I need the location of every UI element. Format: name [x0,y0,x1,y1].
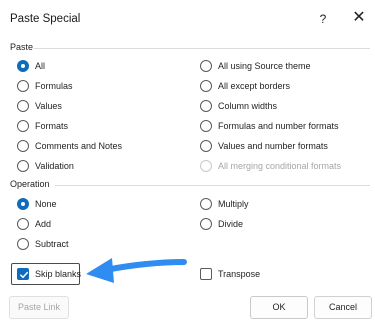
ok-button[interactable]: OK [250,296,308,319]
radio-paste-comments-and-notes[interactable]: Comments and Notes [17,138,122,154]
radio-label: Add [35,219,52,229]
checkbox[interactable] [200,268,212,280]
radio-button[interactable] [200,218,212,230]
radio-button[interactable] [17,160,29,172]
radio-button[interactable] [200,80,212,92]
radio-label: None [35,199,57,209]
radio-label: Column widths [218,101,278,111]
skip-blanks-checkbox[interactable]: Skip blanks [17,266,81,282]
checkbox-label: Transpose [218,269,261,279]
radio-label: Formats [35,121,69,131]
help-button[interactable]: ? [316,10,330,28]
operation-section-label: Operation [10,179,50,189]
radio-button[interactable] [200,120,212,132]
radio-label: All [35,61,46,71]
paste-section-label: Paste [10,42,34,52]
radio-button[interactable] [17,60,29,72]
radio-paste-validation[interactable]: Validation [17,158,74,174]
radio-button[interactable] [17,80,29,92]
operation-section-divider [55,185,370,186]
checkbox-label: Skip blanks [35,269,82,279]
radio-operation-subtract[interactable]: Subtract [17,236,69,252]
paste-section-divider [34,48,370,49]
radio-button[interactable] [17,218,29,230]
radio-operation-add[interactable]: Add [17,216,51,232]
dialog-title: Paste Special [10,13,81,25]
paste-link-button[interactable]: Paste Link [9,296,69,319]
radio-button[interactable] [17,198,29,210]
radio-button[interactable] [200,140,212,152]
radio-button[interactable] [200,100,212,112]
radio-label: Formulas and number formats [218,121,339,131]
radio-paste-all-using-source-theme[interactable]: All using Source theme [200,58,311,74]
radio-paste-all[interactable]: All [17,58,45,74]
cancel-button[interactable]: Cancel [314,296,372,319]
radio-paste-column-widths[interactable]: Column widths [200,98,277,114]
checkbox[interactable] [17,268,29,280]
radio-paste-formats[interactable]: Formats [17,118,68,134]
transpose-checkbox[interactable]: Transpose [200,266,260,282]
radio-operation-none[interactable]: None [17,196,57,212]
radio-label: Subtract [35,239,69,249]
radio-paste-all-except-borders[interactable]: All except borders [200,78,290,94]
close-button[interactable]: ✕ [350,8,368,28]
radio-operation-multiply[interactable]: Multiply [200,196,249,212]
radio-button[interactable] [17,120,29,132]
radio-label: Comments and Notes [35,141,123,151]
radio-paste-formulas-and-number-formats[interactable]: Formulas and number formats [200,118,339,134]
radio-button[interactable] [200,60,212,72]
radio-button[interactable] [17,140,29,152]
radio-label: All merging conditional formats [218,161,342,171]
radio-label: Validation [35,161,74,171]
checkmark-icon [20,271,29,279]
title-bar: Paste Special ? ✕ [0,0,375,36]
radio-paste-all-merging-conditional-formats: All merging conditional formats [200,158,341,174]
radio-button[interactable] [200,198,212,210]
radio-label: Divide [218,219,244,229]
radio-button [200,160,212,172]
radio-button[interactable] [17,100,29,112]
radio-paste-values[interactable]: Values [17,98,62,114]
radio-paste-values-and-number-formats[interactable]: Values and number formats [200,138,328,154]
radio-label: Multiply [218,199,249,209]
radio-label: All except borders [218,81,291,91]
radio-operation-divide[interactable]: Divide [200,216,243,232]
radio-label: Formulas [35,81,73,91]
radio-label: Values [35,101,62,111]
radio-button[interactable] [17,238,29,250]
paste-special-dialog: Paste Special ? ✕ Paste All Formulas Val… [0,0,375,320]
radio-paste-formulas[interactable]: Formulas [17,78,73,94]
radio-label: All using Source theme [218,61,311,71]
radio-label: Values and number formats [218,141,328,151]
